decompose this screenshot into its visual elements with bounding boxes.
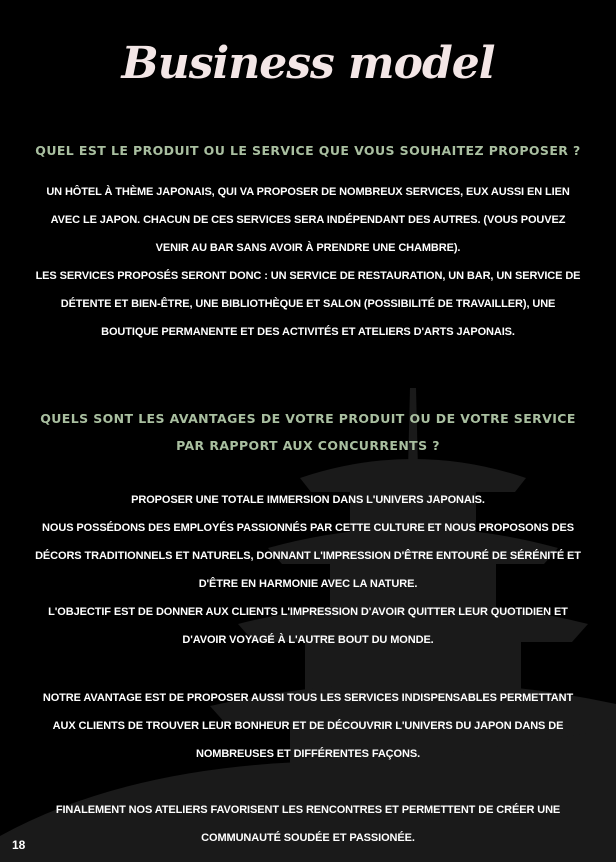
section-paragraph: UN HÔTEL À THÈME JAPONAIS, QUI VA PROPOS… — [46, 186, 570, 254]
section-paragraph: NOTRE AVANTAGE EST DE PROPOSER AUSSI TOU… — [42, 692, 574, 760]
page-number: 18 — [12, 838, 26, 852]
section-paragraph: L'OBJECTIF EST DE DONNER AUX CLIENTS L'I… — [48, 606, 568, 646]
section-paragraph: PROPOSER UNE TOTALE IMMERSION DANS L'UNI… — [131, 494, 485, 506]
section-paragraph: LES SERVICES PROPOSÉS SERONT DONC : UN S… — [35, 270, 581, 338]
page-title: Business model — [121, 38, 496, 89]
section-heading-product: QUEL EST LE PRODUIT OU LE SERVICE QUE VO… — [35, 143, 581, 158]
section-paragraph: NOUS POSSÉDONS DES EMPLOYÉS PASSIONNÉS P… — [35, 522, 581, 590]
document-page: Business model QUEL EST LE PRODUIT OU LE… — [0, 0, 616, 862]
section-paragraph: FINALEMENT NOS ATELIERS FAVORISENT LES R… — [55, 804, 561, 844]
section-heading-advantages: QUELS SONT LES AVANTAGES DE VOTRE PRODUI… — [40, 411, 576, 453]
